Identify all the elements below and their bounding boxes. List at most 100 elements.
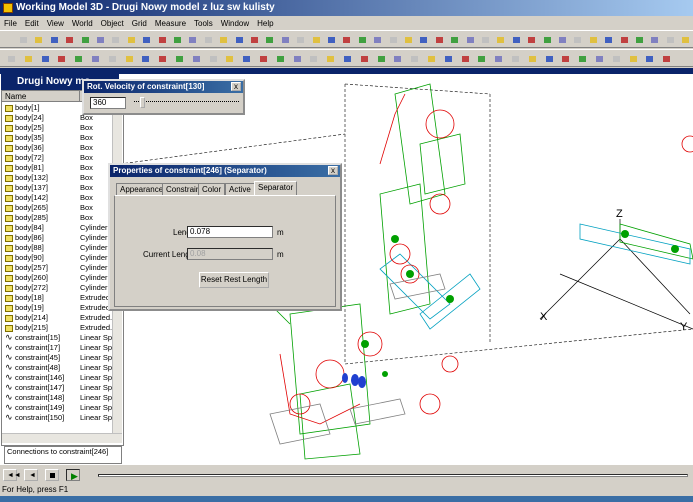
list-item[interactable]: body[88] Cylinder — [2, 243, 120, 253]
toolbar-button[interactable] — [170, 33, 184, 46]
list-item[interactable]: body[132] Box — [2, 173, 120, 183]
menu-edit[interactable]: Edit — [21, 17, 43, 31]
toolbar-button[interactable] — [401, 33, 415, 46]
tab-active[interactable]: Active — [225, 183, 255, 195]
toolbar-button[interactable] — [188, 52, 203, 65]
toolbar-button[interactable] — [88, 52, 102, 65]
object-list-hscroll[interactable] — [2, 433, 122, 443]
toolbar-button[interactable] — [678, 33, 693, 46]
list-item[interactable]: body[35] Box — [2, 133, 120, 143]
list-item[interactable]: ∿ constraint[149] Linear Sp. — [2, 402, 120, 413]
properties-close-button[interactable]: x — [328, 166, 338, 175]
list-item[interactable]: ∿ constraint[147] Linear Sp. — [2, 382, 120, 393]
menu-object[interactable]: Object — [97, 17, 128, 31]
toolbar-button[interactable] — [662, 33, 677, 46]
toolbar-button[interactable] — [575, 52, 590, 65]
toolbar-button[interactable] — [20, 52, 35, 65]
list-item[interactable]: body[214] Extruded. — [2, 313, 120, 323]
list-item[interactable]: body[90] Cylinder — [2, 253, 120, 263]
toolbar-button[interactable] — [77, 33, 92, 46]
toolbar-button[interactable] — [289, 52, 304, 65]
list-item[interactable]: ∿ constraint[148] Linear Sp. — [2, 392, 120, 403]
toolbar-button[interactable] — [508, 33, 523, 46]
toolbar-button[interactable] — [138, 52, 153, 65]
toolbar-button[interactable] — [277, 33, 292, 46]
toolbar-button[interactable] — [424, 52, 438, 65]
list-item[interactable]: body[86] Cylinder — [2, 233, 120, 243]
toolbar-button[interactable] — [592, 52, 606, 65]
toolbar-button[interactable] — [139, 33, 154, 46]
reset-rest-length-button[interactable]: Reset Rest Length — [199, 272, 269, 288]
toolbar-button[interactable] — [256, 52, 270, 65]
toolbar-button[interactable] — [647, 33, 662, 46]
toolbar-button[interactable] — [54, 52, 69, 65]
toolbar-button[interactable] — [541, 52, 556, 65]
toolbar-button[interactable] — [601, 33, 616, 46]
list-item[interactable]: body[81] Box — [2, 163, 120, 173]
list-item[interactable]: ∿ constraint[48] Linear Sp. — [2, 362, 120, 373]
toolbar-button[interactable] — [121, 52, 136, 65]
list-item[interactable]: body[285] Box — [2, 213, 120, 223]
toolbar-button[interactable] — [308, 33, 323, 46]
toolbar-button[interactable] — [585, 33, 600, 46]
column-header-name[interactable]: Name — [2, 91, 80, 102]
menu-measure[interactable]: Measure — [151, 17, 190, 31]
toolbar-button[interactable] — [385, 33, 400, 46]
toolbar-button[interactable] — [31, 33, 46, 46]
toolbar-button[interactable] — [440, 52, 455, 65]
toolbar-button[interactable] — [642, 52, 657, 65]
menu-file[interactable]: File — [0, 17, 21, 31]
list-item[interactable]: ∿ constraint[146] Linear Sp. — [2, 372, 120, 383]
toolbar-button[interactable] — [37, 52, 52, 65]
list-item[interactable]: body[36] Box — [2, 143, 120, 153]
velocity-slider-thumb[interactable] — [140, 97, 145, 108]
list-item[interactable]: body[260] Cylinder — [2, 273, 120, 283]
toolbar-button[interactable] — [239, 52, 254, 65]
toolbar-button[interactable] — [608, 52, 623, 65]
toolbar-button[interactable] — [555, 33, 569, 46]
toolbar-button[interactable] — [185, 33, 200, 46]
list-item[interactable]: body[25] Box — [2, 123, 120, 133]
tab-color[interactable]: Color — [198, 183, 226, 195]
toolbar-button[interactable] — [93, 33, 107, 46]
toolbar-button[interactable] — [339, 33, 354, 46]
toolbar-button[interactable] — [247, 33, 261, 46]
toolbar-button[interactable] — [407, 52, 422, 65]
list-item[interactable]: body[215] Extruded. — [2, 323, 120, 333]
toolbar-button[interactable] — [508, 52, 522, 65]
toolbar-button[interactable] — [71, 52, 86, 65]
toolbar-button[interactable] — [431, 33, 446, 46]
toolbar-button[interactable] — [222, 52, 237, 65]
stop-button[interactable] — [45, 469, 59, 481]
toolbar-button[interactable] — [172, 52, 186, 65]
toolbar-button[interactable] — [616, 33, 631, 46]
list-item[interactable]: ∿ constraint[15] Linear Sp. — [2, 332, 120, 343]
toolbar-button[interactable] — [356, 52, 371, 65]
list-item[interactable]: body[142] Box — [2, 193, 120, 203]
toolbar-button[interactable] — [478, 33, 492, 46]
list-item[interactable]: body[257] Cylinder — [2, 263, 120, 273]
toolbar-button[interactable] — [558, 52, 573, 65]
list-item[interactable]: body[84] Cylinder — [2, 223, 120, 233]
toolbar-button[interactable] — [272, 52, 287, 65]
tab-separator[interactable]: Separator — [254, 181, 298, 196]
toolbar-button[interactable] — [104, 52, 119, 65]
list-item[interactable]: ∿ constraint[45] Linear Sp. — [2, 352, 120, 363]
toolbar-button[interactable] — [524, 33, 539, 46]
toolbar-button[interactable] — [262, 33, 277, 46]
toolbar-button[interactable] — [4, 52, 18, 65]
toolbar-button[interactable] — [493, 33, 508, 46]
toolbar-button[interactable] — [539, 33, 554, 46]
rewind-button[interactable]: ◄◄ — [3, 469, 21, 481]
toolbar-button[interactable] — [293, 33, 308, 46]
toolbar-button[interactable] — [373, 52, 388, 65]
velocity-close-button[interactable]: x — [231, 82, 241, 91]
toolbar-button[interactable] — [390, 52, 405, 65]
toolbar-button[interactable] — [323, 52, 338, 65]
menu-grid[interactable]: Grid — [128, 17, 151, 31]
toolbar-button[interactable] — [625, 52, 640, 65]
toolbar-button[interactable] — [205, 52, 220, 65]
play-button[interactable]: ▶ — [66, 469, 80, 481]
toolbar-button[interactable] — [457, 52, 472, 65]
velocity-input[interactable]: 360 — [90, 97, 126, 109]
